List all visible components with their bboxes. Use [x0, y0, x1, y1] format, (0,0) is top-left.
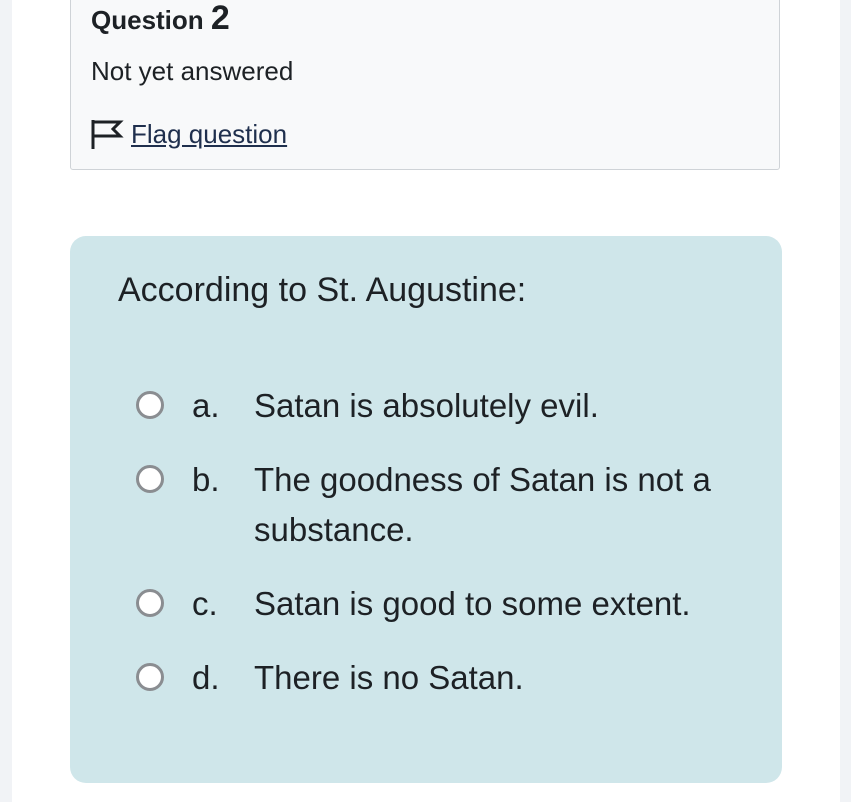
answer-text[interactable]: The goodness of Satan is not a substance…	[254, 455, 734, 555]
answer-text[interactable]: Satan is absolutely evil.	[254, 381, 734, 431]
answer-letter: b.	[192, 461, 220, 498]
question-label: Question	[91, 5, 204, 35]
question-info-panel: Question 2 Not yet answered Flag questio…	[70, 0, 780, 170]
answer-option-a[interactable]: a. Satan is absolutely evil.	[136, 381, 756, 431]
radio-button[interactable]	[136, 663, 164, 691]
answer-option-d[interactable]: d. There is no Satan.	[136, 653, 756, 703]
answer-text[interactable]: Satan is good to some extent.	[254, 579, 734, 629]
radio-button[interactable]	[136, 465, 164, 493]
question-content: According to St. Augustine: a. Satan is …	[70, 236, 782, 783]
answer-option-c[interactable]: c. Satan is good to some extent.	[136, 579, 756, 629]
question-number-value: 2	[210, 0, 230, 37]
radio-button[interactable]	[136, 391, 164, 419]
answer-option-b[interactable]: b. The goodness of Satan is not a substa…	[136, 455, 756, 555]
flag-question-link[interactable]: Flag question	[89, 116, 287, 152]
answer-letter: d.	[192, 659, 220, 696]
flag-icon	[91, 120, 124, 149]
page: Question 2 Not yet answered Flag questio…	[12, 0, 840, 802]
radio-button[interactable]	[136, 589, 164, 617]
question-number: Question 2	[91, 0, 230, 38]
answer-letter: a.	[192, 387, 220, 424]
question-text: According to St. Augustine:	[118, 271, 527, 309]
answer-list: a. Satan is absolutely evil. b. The good…	[136, 381, 756, 727]
answer-text[interactable]: There is no Satan.	[254, 653, 734, 703]
answer-letter: c.	[192, 585, 218, 622]
flag-question-label[interactable]: Flag question	[131, 119, 287, 150]
question-state: Not yet answered	[91, 56, 294, 86]
